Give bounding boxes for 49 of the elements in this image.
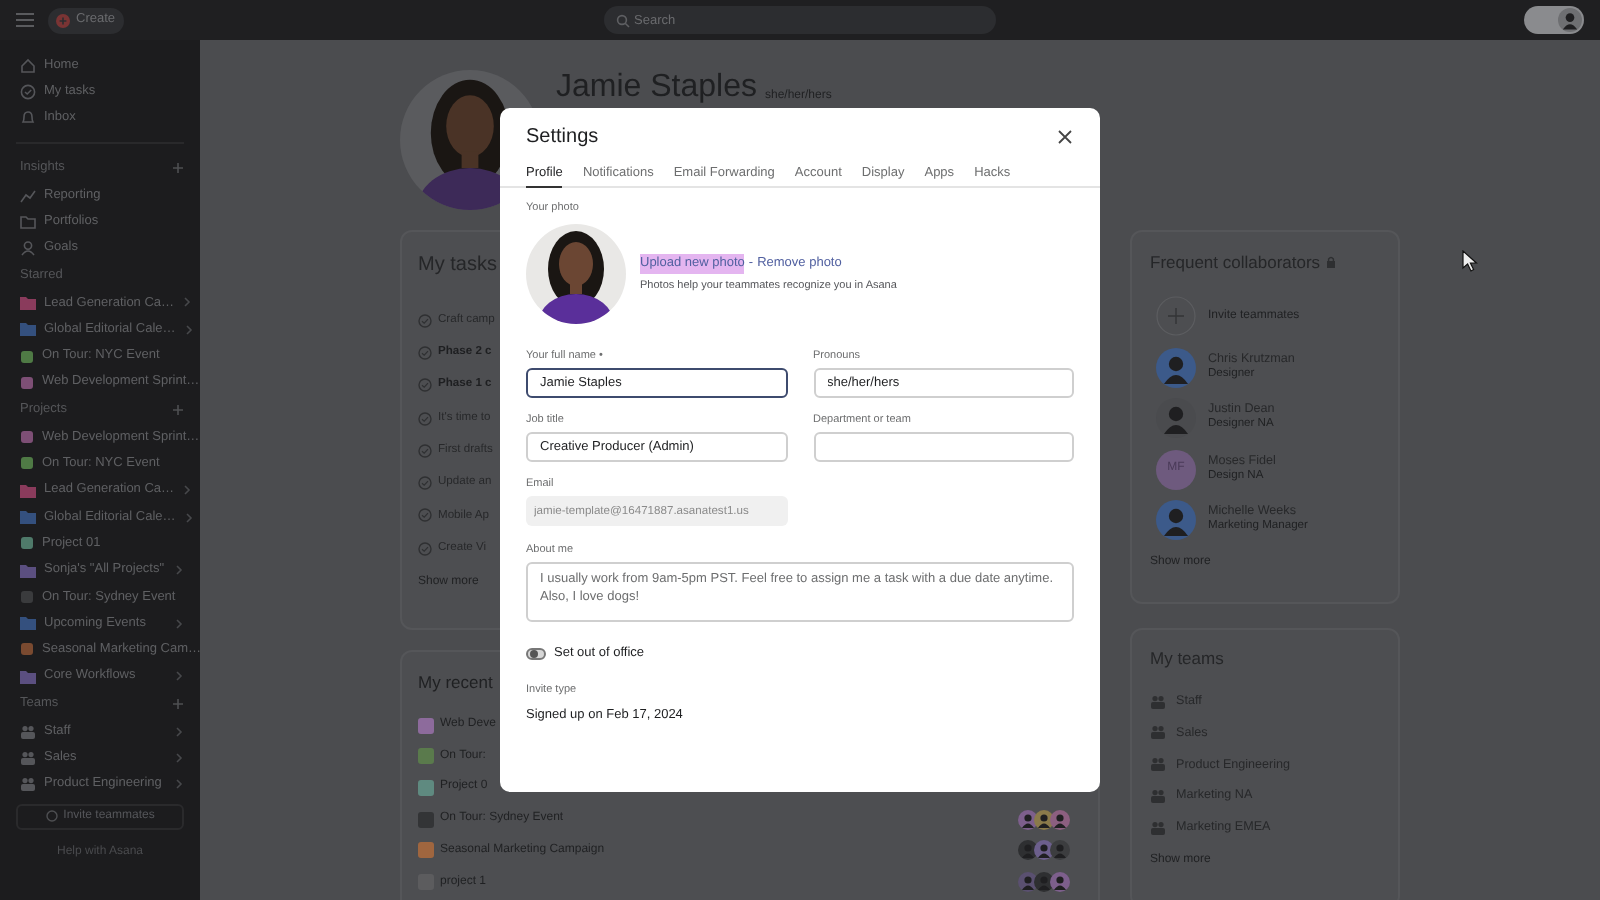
lock-icon — [1326, 256, 1337, 269]
team-icon — [1150, 756, 1166, 773]
check-circle-icon — [418, 541, 432, 556]
check-circle-icon — [418, 476, 432, 491]
chevron-right-icon — [174, 564, 184, 577]
folder-icon — [20, 213, 36, 230]
close-button[interactable] — [1054, 126, 1074, 146]
add-icon — [172, 697, 184, 710]
chevron-right-icon — [182, 484, 193, 497]
mail-icon — [45, 810, 58, 823]
chevron-right-icon — [174, 778, 184, 791]
check-circle-icon — [418, 378, 432, 393]
check-circle-icon — [418, 508, 432, 523]
avatar-icon — [1558, 8, 1582, 32]
chevron-right-icon — [183, 323, 194, 336]
home-icon — [20, 57, 36, 74]
chevron-right-icon — [183, 511, 194, 523]
chevron-right-icon — [174, 617, 184, 630]
team-icon — [20, 776, 36, 793]
team-icon — [20, 749, 36, 766]
chevron-right-icon — [182, 296, 193, 309]
team-icon — [20, 723, 36, 740]
bell-icon — [20, 110, 36, 127]
plus-icon — [56, 13, 70, 27]
team-icon — [1150, 693, 1166, 710]
team-icon — [1150, 819, 1166, 836]
toggle-switch[interactable] — [526, 648, 546, 661]
check-circle-icon — [20, 83, 36, 100]
plus-icon — [1156, 296, 1196, 337]
account-button[interactable] — [1524, 6, 1584, 34]
chevron-right-icon — [174, 670, 184, 683]
menu-icon — [16, 12, 34, 28]
check-circle-icon — [418, 313, 432, 328]
add-icon — [172, 403, 184, 416]
check-circle-icon — [418, 345, 432, 360]
search-icon — [616, 13, 630, 27]
avatar-icon — [1156, 500, 1196, 540]
close-icon — [1057, 129, 1071, 143]
team-icon — [1150, 724, 1166, 741]
chart-icon — [20, 187, 36, 204]
avatar-icon — [1156, 347, 1196, 387]
team-icon — [1150, 788, 1166, 805]
dialog-title: Settings — [526, 123, 599, 151]
cursor-icon — [1462, 250, 1478, 272]
check-circle-icon — [418, 443, 432, 458]
text-field[interactable] — [813, 432, 1074, 463]
add-icon — [172, 161, 184, 174]
check-circle-icon — [418, 411, 432, 426]
person-icon — [20, 240, 36, 257]
